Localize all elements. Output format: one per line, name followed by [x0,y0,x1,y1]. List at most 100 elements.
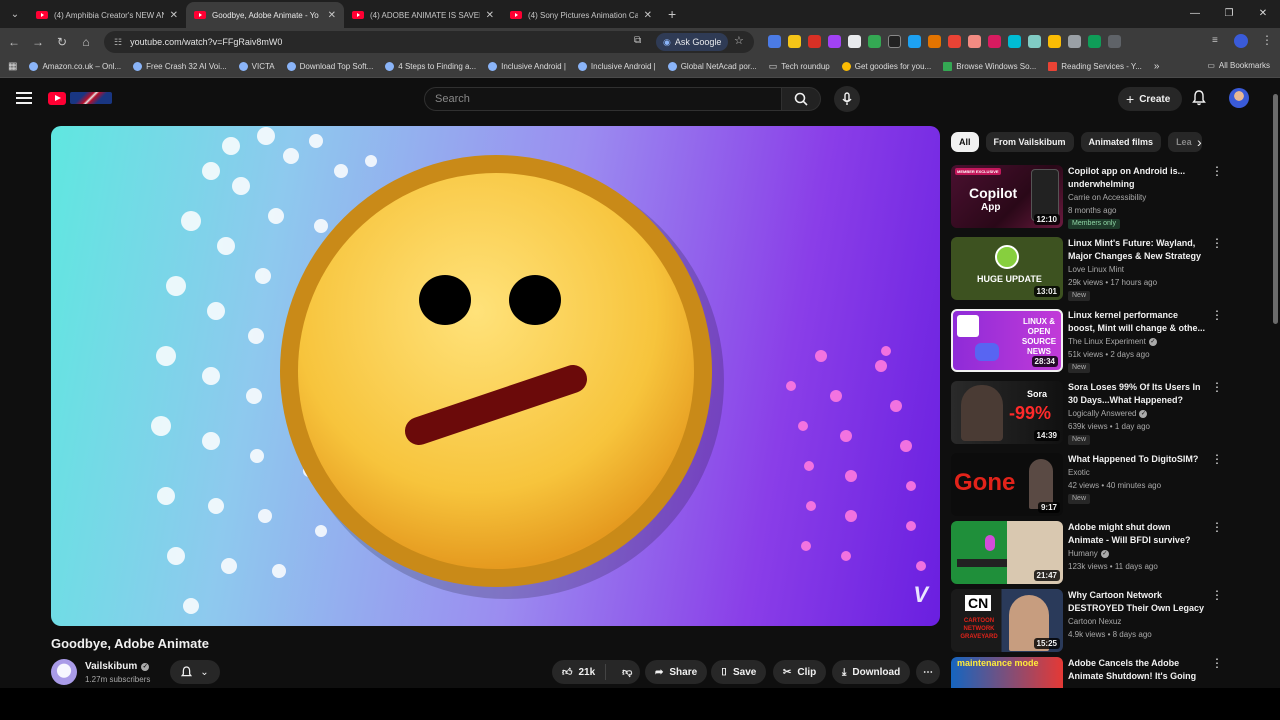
youtube-logo-icon[interactable] [48,92,66,105]
menu-hamburger-icon[interactable] [16,92,32,107]
forward-icon[interactable]: → [26,35,50,49]
tab-4[interactable]: (4) Sony Pictures Animation Ca ✕ [502,2,660,28]
recommendation-channel[interactable]: Love Linux Mint [1068,265,1124,274]
like-button[interactable]: 👍︎ 21k [552,664,607,680]
more-vertical-icon[interactable]: ⋮ [1211,657,1221,669]
recommendation-title[interactable]: Adobe Cancels the Adobe Animate Shutdown… [1068,657,1206,683]
chip-from-channel[interactable]: From Vailskibum [985,132,1074,152]
bookmark-item[interactable]: Amazon.co.uk – Onl... [29,62,121,71]
more-vertical-icon[interactable]: ⋮ [1211,165,1223,177]
extension-icon[interactable] [908,35,921,48]
recommendation-item[interactable]: maintenance mode Adobe Cancels the Adobe… [951,657,1221,688]
search-input[interactable]: Search [424,87,782,111]
back-icon[interactable]: ← [2,35,26,49]
bookmark-item[interactable]: Free Crash 32 AI Voi... [133,62,227,71]
close-tab-icon[interactable]: ✕ [328,10,336,21]
extension-icon[interactable] [968,35,981,48]
close-tab-icon[interactable]: ✕ [170,10,178,21]
tab-2-active[interactable]: Goodbye, Adobe Animate - Yo ✕ [186,2,344,28]
reload-icon[interactable]: ↻ [50,35,74,49]
recommendation-title[interactable]: What Happened To DigitoSIM? [1068,453,1206,466]
tab-3[interactable]: (4) ADOBE ANIMATE IS SAVED ✕ [344,2,502,28]
bookmark-item[interactable]: Get goodies for you... [841,62,931,71]
create-button[interactable]: + Create [1118,87,1183,111]
bookmark-item[interactable]: 4 Steps to Finding a... [385,62,476,71]
tab-search-icon[interactable]: ⌄ [2,3,28,25]
close-window-icon[interactable]: ✕ [1246,0,1280,28]
more-vertical-icon[interactable]: ⋮ [1211,237,1223,249]
extension-icon[interactable] [1048,35,1061,48]
extensions-puzzle-icon[interactable] [1108,35,1121,48]
home-icon[interactable]: ⌂ [74,35,98,49]
extension-icon[interactable] [808,35,821,48]
cast-icon[interactable]: ⧉ [634,35,641,46]
recommendation-channel[interactable]: Exotic [1068,468,1090,477]
bookmark-item[interactable]: Download Top Soft... [286,62,373,71]
notifications-bell-icon[interactable] [1192,90,1206,111]
browser-menu-icon[interactable]: ⋮ [1261,33,1273,47]
more-vertical-icon[interactable]: ⋮ [1211,453,1223,465]
recommendation-channel[interactable]: The Linux Experiment ✓ [1068,337,1157,346]
account-avatar[interactable] [1229,88,1249,108]
recommendation-item[interactable]: MEMBER EXCLUSIVE Copilot App 12:10 Copil… [951,165,1223,229]
video-player[interactable]: V [51,126,940,626]
extension-icon[interactable] [948,35,961,48]
download-button[interactable]: ⤓ Download [832,660,911,684]
extension-icon[interactable] [928,35,941,48]
video-thumbnail[interactable]: CN CARTOON NETWORK GRAVEYARD 15:25 [951,589,1063,652]
subscription-bell-button[interactable]: ⌄ [170,660,220,684]
page-scrollbar[interactable] [1271,82,1279,688]
bookmark-item[interactable]: Reading Services - Y... [1048,62,1142,71]
extension-icon[interactable] [1028,35,1041,48]
channel-name[interactable]: Vailskibum ✓ [85,661,150,672]
url-text[interactable]: youtube.com/watch?v=FFgRaiv8mW0 [130,37,282,47]
voice-search-button[interactable] [834,86,860,112]
recommendation-title[interactable]: Linux kernel performance boost, Mint wil… [1068,309,1206,335]
recommendation-channel[interactable]: Carrie on Accessibility [1068,193,1146,202]
chip-all[interactable]: All [951,132,979,152]
recommendation-item[interactable]: CN CARTOON NETWORK GRAVEYARD 15:25 Why C… [951,589,1223,653]
more-bookmarks-chevron-icon[interactable]: » [1154,61,1160,72]
reading-list-icon[interactable]: ≡ [1212,35,1218,46]
profile-avatar[interactable] [1234,34,1248,48]
scrollbar-thumb[interactable] [1273,94,1278,324]
recommendation-item[interactable]: Sora -99% 14:39 Sora Loses 99% Of Its Us… [951,381,1223,445]
video-thumbnail[interactable]: MEMBER EXCLUSIVE Copilot App 12:10 [951,165,1063,228]
recommendation-item[interactable]: HUGE UPDATE 13:01 Linux Mint's Future: W… [951,237,1223,301]
recommendation-item[interactable]: Gone 9:17 What Happened To DigitoSIM? Ex… [951,453,1223,517]
ask-google-button[interactable]: ◉ Ask Google [656,33,729,51]
bookmark-item[interactable]: Inclusive Android | [577,62,656,71]
save-button[interactable]: ⌷ Save [711,660,767,684]
chip-animated-films[interactable]: Animated films [1080,132,1162,152]
channel-watermark[interactable]: V [913,582,928,608]
share-button[interactable]: ➦ Share [645,660,708,684]
video-thumbnail[interactable]: HUGE UPDATE 13:01 [951,237,1063,300]
video-thumbnail[interactable]: Gone 9:17 [951,453,1063,516]
channel-avatar[interactable] [51,659,77,685]
more-vertical-icon[interactable]: ⋮ [1211,309,1223,321]
close-tab-icon[interactable]: ✕ [486,10,494,21]
search-button[interactable] [781,87,821,111]
address-bar[interactable]: ☷ youtube.com/watch?v=FFgRaiv8mW0 ⧉ ◉ Ask… [104,31,754,53]
bookmark-item[interactable]: Global NetAcad por... [667,62,757,71]
extension-icon[interactable] [848,35,861,48]
bookmark-star-icon[interactable]: ☆ [734,34,744,47]
recommendation-channel[interactable]: Logically Answered ✓ [1068,409,1148,418]
recommendation-item[interactable]: LINUX & OPEN SOURCE NEWS 28:34 Linux ker… [951,309,1223,373]
new-tab-button[interactable]: + [668,6,676,22]
extension-icon[interactable] [1088,35,1101,48]
recommendation-channel[interactable]: Humany ✓ [1068,549,1109,558]
dislike-button[interactable]: 👎︎ [612,666,642,678]
recommendation-title[interactable]: Adobe might shut down Animate - Will BFD… [1068,521,1206,547]
video-thumbnail[interactable]: LINUX & OPEN SOURCE NEWS 28:34 [951,309,1063,372]
youtube-doodle-logo[interactable] [70,92,112,104]
more-vertical-icon[interactable]: ⋮ [1211,521,1223,533]
apps-grid-icon[interactable]: ▦ [8,61,17,72]
recommendation-title[interactable]: Linux Mint's Future: Wayland, Major Chan… [1068,237,1206,263]
extension-icon[interactable] [788,35,801,48]
restore-icon[interactable]: ❐ [1212,0,1246,28]
close-tab-icon[interactable]: ✕ [644,10,652,21]
video-thumbnail[interactable]: 21:47 [951,521,1063,584]
all-bookmarks-button[interactable]: ▭ All Bookmarks [1207,61,1270,70]
recommendation-channel[interactable]: Cartoon Nexuz [1068,617,1121,626]
